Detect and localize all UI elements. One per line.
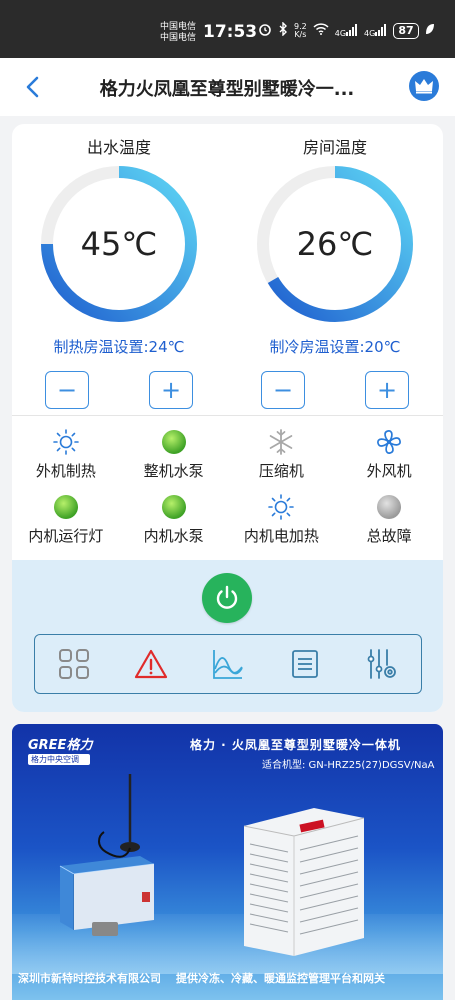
outlet-temp-panel: 出水温度 45℃ 制热房温设置:24℃ − + <box>29 134 209 409</box>
cooling-decrease-button[interactable]: − <box>261 371 305 409</box>
signal-bars-icon <box>375 23 387 36</box>
power-icon <box>216 585 238 609</box>
snowflake-icon <box>267 428 295 456</box>
room-temp-title: 房间温度 <box>302 138 367 157</box>
signal-2-label: 4G <box>364 28 376 38</box>
status-label: 外机制热 <box>35 462 96 480</box>
logo-sub: 格力中央空调 <box>28 754 90 765</box>
divider <box>12 415 443 416</box>
signal-2: 4G <box>364 23 387 38</box>
status-label: 内机水泵 <box>143 527 204 545</box>
status-compressor: 压缩机 <box>228 428 336 481</box>
cooling-increase-button[interactable]: + <box>365 371 409 409</box>
main-card: 出水温度 45℃ 制热房温设置:24℃ − + 房间温度 26℃ 制冷房温设置:… <box>12 124 443 712</box>
room-temp-gauge: 26℃ <box>255 164 415 324</box>
signal-bars-icon <box>346 23 358 36</box>
status-bar: 中国电信 中国电信 17:53 9.2 K/s 4G 4G 87 <box>0 0 455 58</box>
promo-banner[interactable]: GREE格力 格力中央空调 格力 · 火凤凰至尊型别墅暖冷一体机 适合机型: G… <box>12 724 443 1000</box>
fan-icon <box>375 428 403 456</box>
record-list-button[interactable] <box>285 644 325 684</box>
outlet-temp-value: 45℃ <box>80 225 158 263</box>
signal-1-label: 4G <box>334 28 347 38</box>
back-button[interactable] <box>20 72 46 102</box>
grid-menu-button[interactable] <box>54 644 94 684</box>
sun-icon <box>52 428 80 456</box>
power-button[interactable] <box>202 573 252 623</box>
status-label: 压缩机 <box>258 462 304 480</box>
list-icon <box>292 650 319 678</box>
crown-icon <box>415 79 433 94</box>
status-icons: 9.2 K/s 4G 4G 87 <box>258 21 435 39</box>
page-title: 格力火凤凰至尊型别墅暖冷一... <box>99 79 355 100</box>
net-speed: 9.2 K/s <box>294 22 307 39</box>
status-label: 内机运行灯 <box>28 527 104 545</box>
status-label: 整机水泵 <box>143 462 204 480</box>
banner-company: 深圳市新特时控技术有限公司 <box>18 972 161 985</box>
cooling-setpoint-label: 制冷房温设置:20℃ <box>269 338 401 356</box>
battery-indicator: 87 <box>393 22 419 39</box>
wifi-icon <box>313 23 329 38</box>
banner-model: 适合机型: GN-HRZ25(27)DGSV/NaA <box>262 760 435 771</box>
green-led-icon <box>160 428 188 456</box>
trend-chart-button[interactable] <box>208 644 248 684</box>
net-speed-unit: K/s <box>294 29 307 39</box>
logo-brand: GREE格力 <box>28 738 93 753</box>
settings-button[interactable] <box>362 644 402 684</box>
cooling-stepper: − + <box>261 371 409 409</box>
room-temp-value: 26℃ <box>296 225 374 263</box>
gateway-device-image <box>59 856 155 936</box>
alarm-icon <box>258 22 272 39</box>
green-led-icon <box>160 493 188 521</box>
status-outdoor-fan: 外风机 <box>335 428 443 481</box>
banner-slogan: 提供冷冻、冷藏、暖通监控管理平台和网关 <box>176 972 385 985</box>
heating-increase-button[interactable]: + <box>149 371 193 409</box>
heating-stepper: − + <box>45 371 193 409</box>
gree-logo: GREE格力 格力中央空调 <box>28 734 98 765</box>
room-temp-panel: 房间温度 26℃ 制冷房温设置:20℃ − + <box>245 134 425 409</box>
status-label: 总故障 <box>366 527 412 545</box>
function-toolbar <box>34 634 422 694</box>
app-header: 格力火凤凰至尊型别墅暖冷一... <box>0 58 455 116</box>
line-chart-icon <box>213 650 243 679</box>
clock: 17:53 <box>203 22 258 42</box>
heating-decrease-button[interactable]: − <box>45 371 89 409</box>
status-grid: 外机制热 整机水泵 压缩机 外风机 内机运行灯 内机水泵 内机电加热 总故障 <box>12 428 443 546</box>
signal-1: 4G <box>334 23 358 38</box>
chevron-left-icon <box>26 76 39 98</box>
bluetooth-icon <box>278 21 288 39</box>
gray-led-icon <box>375 493 403 521</box>
status-general-fault: 总故障 <box>335 493 443 546</box>
outdoor-unit-image <box>243 808 365 956</box>
grid-icon <box>58 649 89 679</box>
status-main-pump: 整机水泵 <box>120 428 228 481</box>
status-indoor-pump: 内机水泵 <box>120 493 228 546</box>
leaf-icon <box>425 23 435 38</box>
status-label: 外风机 <box>366 462 412 480</box>
status-indoor-run-light: 内机运行灯 <box>12 493 120 546</box>
carrier-2: 中国电信 <box>160 33 197 43</box>
outlet-temp-gauge: 45℃ <box>39 164 199 324</box>
status-indoor-heater: 内机电加热 <box>228 493 336 546</box>
status-outdoor-heating: 外机制热 <box>12 428 120 481</box>
crown-button[interactable] <box>409 71 439 101</box>
sun-icon <box>267 493 295 521</box>
warning-icon <box>134 649 167 679</box>
carrier-labels: 中国电信 中国电信 <box>160 22 196 44</box>
status-label: 内机电加热 <box>243 527 319 545</box>
green-led-icon <box>52 493 80 521</box>
outlet-temp-title: 出水温度 <box>86 138 151 157</box>
sliders-settings-icon <box>367 649 397 679</box>
banner-title: 格力 · 火凤凰至尊型别墅暖冷一体机 <box>190 738 401 752</box>
heating-setpoint-label: 制热房温设置:24℃ <box>53 338 185 356</box>
carrier-1: 中国电信 <box>160 22 197 32</box>
fault-alarm-button[interactable] <box>131 644 171 684</box>
control-panel <box>12 560 443 712</box>
